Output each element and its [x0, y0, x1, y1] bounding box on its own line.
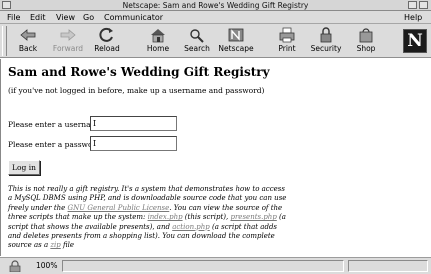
search-button[interactable]: Search [175, 26, 219, 56]
status-component-area [348, 260, 428, 272]
content-left-border [0, 59, 1, 256]
menu-view[interactable]: View [56, 13, 75, 22]
reload-button[interactable]: Reload [85, 26, 129, 56]
zip-link[interactable]: zip [50, 241, 60, 249]
password-input[interactable]: I [90, 136, 177, 151]
navigation-toolbar: Back Forward Reload Home Search Netscape… [0, 24, 431, 58]
forward-arrow-icon [60, 29, 76, 41]
search-icon [190, 29, 204, 43]
username-input[interactable]: I [90, 116, 177, 131]
gpl-link[interactable]: GNU General Public License [68, 204, 170, 212]
index-php-link[interactable]: index.php [148, 213, 183, 221]
menu-bar: File Edit View Go Communicator Help [0, 11, 431, 24]
back-button[interactable]: Back [6, 26, 50, 56]
back-arrow-icon [20, 29, 36, 41]
presents-php-link[interactable]: presents.php [230, 213, 276, 221]
forward-button[interactable]: Forward [46, 26, 90, 56]
text-cursor: I [93, 119, 97, 128]
menu-edit[interactable]: Edit [30, 13, 46, 22]
home-icon [151, 29, 165, 43]
action-php-link[interactable]: action.php [172, 223, 210, 231]
menu-communicator[interactable]: Communicator [104, 13, 163, 22]
description-text: file [60, 241, 75, 250]
zoom-status: 100% [36, 261, 58, 270]
netscape-button[interactable]: Netscape [214, 26, 258, 56]
shop-button[interactable]: Shop [344, 26, 388, 56]
text-cursor: I [93, 139, 97, 148]
home-button[interactable]: Home [136, 26, 180, 56]
netscape-icon [228, 28, 244, 42]
menu-help[interactable]: Help [404, 13, 422, 22]
login-button[interactable]: Log in [8, 160, 40, 175]
print-button[interactable]: Print [265, 26, 309, 56]
minimize-button[interactable] [408, 1, 417, 9]
login-note: (if you've not logged in before, make up… [8, 86, 265, 95]
lock-icon [320, 27, 332, 43]
page-title: Sam and Rowe's Wedding Gift Registry [8, 65, 270, 79]
window-title: Netscape: Sam and Rowe's Wedding Gift Re… [122, 1, 309, 10]
netscape-logo[interactable]: N [403, 29, 427, 53]
security-status-icon[interactable] [6, 260, 24, 272]
description-text: (this script), [182, 213, 231, 222]
security-button[interactable]: Security [304, 26, 348, 56]
page-content: Sam and Rowe's Wedding Gift Registry (if… [0, 59, 431, 256]
printer-icon [279, 27, 295, 43]
reload-icon [99, 27, 113, 42]
maximize-button[interactable] [419, 1, 428, 9]
menu-go[interactable]: Go [83, 13, 94, 22]
description-paragraph: This is not really a gift registry. It's… [8, 185, 288, 251]
status-bar: 100% [0, 257, 431, 274]
window-title-bar: Netscape: Sam and Rowe's Wedding Gift Re… [0, 0, 431, 11]
status-message-area [62, 260, 344, 272]
menu-file[interactable]: File [7, 13, 20, 22]
shopping-bag-icon [359, 28, 373, 43]
